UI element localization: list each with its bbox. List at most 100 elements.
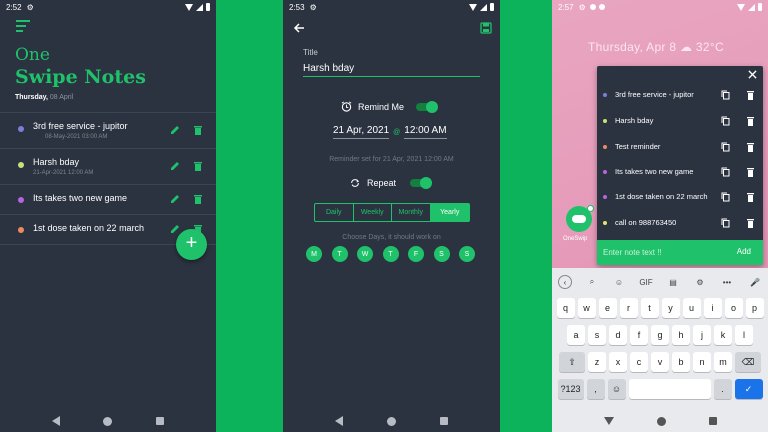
key[interactable]: h (672, 325, 690, 345)
copy-icon[interactable] (721, 90, 730, 100)
key[interactable]: r (619, 298, 638, 318)
trash-icon[interactable] (193, 161, 203, 171)
key[interactable]: v (651, 352, 669, 372)
mic-icon[interactable]: 🎤 (748, 275, 762, 289)
key[interactable]: a (567, 325, 585, 345)
copy-icon[interactable] (721, 142, 730, 152)
more-icon[interactable]: ••• (720, 275, 734, 289)
period-key[interactable]: . (713, 379, 732, 399)
pencil-icon[interactable] (170, 161, 180, 171)
search-icon[interactable]: ⌕ (585, 275, 599, 289)
copy-icon[interactable] (721, 218, 730, 228)
frequency-weekly[interactable]: Weekly (354, 204, 392, 221)
trash-icon[interactable] (746, 218, 755, 228)
list-item[interactable]: 3rd free service - jupitor 08-May-2021 0… (0, 113, 216, 149)
key[interactable]: t (640, 298, 659, 318)
list-item[interactable]: Test reminder (597, 137, 763, 157)
day-chip[interactable]: W (357, 246, 373, 262)
comma-key[interactable]: , (586, 379, 605, 399)
key[interactable]: n (693, 352, 711, 372)
menu-icon[interactable] (16, 20, 30, 35)
key[interactable]: k (714, 325, 732, 345)
list-item[interactable]: Harsh bday 21-Apr-2021 12:00 AM (0, 149, 216, 185)
key[interactable]: c (630, 352, 648, 372)
home-nav-icon[interactable] (387, 416, 396, 426)
trash-icon[interactable] (746, 192, 755, 202)
list-item[interactable]: Its takes two new game (597, 162, 763, 182)
list-item[interactable]: 1st dose taken on 22 march (597, 187, 763, 207)
gear-icon[interactable]: ⚙ (693, 275, 707, 289)
key[interactable]: b (672, 352, 690, 372)
key[interactable]: m (714, 352, 732, 372)
key[interactable]: g (651, 325, 669, 345)
add-button[interactable]: Add (737, 247, 751, 256)
trash-icon[interactable] (746, 167, 755, 177)
trash-icon[interactable] (746, 116, 755, 126)
remind-me-toggle[interactable] (416, 100, 439, 113)
day-chip[interactable]: M (306, 246, 322, 262)
list-item[interactable]: call on 988763450 (597, 213, 763, 233)
key[interactable]: q (556, 298, 575, 318)
day-chip[interactable]: T (382, 246, 399, 262)
emoji-key-icon[interactable]: ☺ (607, 379, 626, 399)
home-nav-icon[interactable] (103, 416, 113, 426)
day-chip[interactable]: S (459, 246, 475, 262)
recents-nav-icon[interactable] (440, 417, 448, 425)
day-chip[interactable]: S (433, 246, 450, 262)
shift-key-icon[interactable]: ⇧ (559, 352, 585, 372)
copy-icon[interactable] (721, 192, 730, 202)
pencil-icon[interactable] (170, 194, 180, 204)
clipboard-icon[interactable]: ▤ (666, 275, 680, 289)
frequency-daily[interactable]: Daily (315, 204, 354, 221)
backspace-key-icon[interactable]: ⌫ (735, 352, 761, 372)
copy-icon[interactable] (721, 116, 730, 126)
space-key[interactable] (628, 379, 711, 399)
key[interactable]: d (609, 325, 627, 345)
close-icon[interactable] (748, 70, 757, 79)
enter-key-icon[interactable]: ✓ (734, 379, 763, 399)
key[interactable]: w (577, 298, 596, 318)
key[interactable]: p (745, 298, 764, 318)
key[interactable]: i (703, 298, 722, 318)
list-item[interactable]: Harsh bday (597, 111, 763, 131)
key[interactable]: s (588, 325, 606, 345)
gif-button[interactable]: GIF (639, 275, 653, 289)
list-item[interactable]: Its takes two new game (0, 185, 216, 215)
back-nav-icon[interactable] (335, 416, 343, 426)
hide-keyboard-icon[interactable] (603, 417, 614, 425)
key[interactable]: l (735, 325, 753, 345)
date-field[interactable]: 21 Apr, 2021 (333, 125, 390, 139)
trash-icon[interactable] (746, 142, 755, 152)
note-text-input[interactable] (603, 244, 723, 260)
trash-icon[interactable] (193, 125, 203, 135)
sticker-icon[interactable]: ☺ (612, 275, 626, 289)
key[interactable]: y (661, 298, 680, 318)
repeat-toggle[interactable] (410, 177, 433, 189)
pencil-icon[interactable] (170, 125, 180, 135)
collapse-toolbar-icon[interactable]: ‹ (558, 275, 572, 289)
list-item[interactable]: 3rd free service - jupitor (597, 85, 763, 105)
day-chip[interactable]: T (331, 246, 348, 262)
trash-icon[interactable] (746, 90, 755, 100)
key[interactable]: f (630, 325, 648, 345)
time-field[interactable]: 12:00 AM (404, 125, 447, 139)
title-input[interactable] (303, 61, 480, 77)
save-icon[interactable] (480, 22, 492, 34)
key[interactable]: u (682, 298, 701, 318)
frequency-monthly[interactable]: Monthly (392, 204, 431, 221)
app-shortcut-icon[interactable] (566, 205, 594, 232)
day-chip[interactable]: F (408, 246, 424, 262)
key[interactable]: x (609, 352, 627, 372)
recents-nav-icon[interactable] (708, 417, 717, 425)
key[interactable]: z (588, 352, 606, 372)
copy-icon[interactable] (721, 167, 730, 177)
pencil-icon[interactable] (170, 224, 180, 234)
back-arrow-icon[interactable] (293, 22, 305, 34)
home-nav-icon[interactable] (656, 416, 666, 426)
key[interactable]: o (724, 298, 743, 318)
trash-icon[interactable] (193, 194, 203, 204)
add-note-button[interactable]: + (176, 229, 207, 260)
key[interactable]: j (693, 325, 711, 345)
symbols-key[interactable]: ?123 (557, 379, 584, 399)
recents-nav-icon[interactable] (156, 417, 165, 425)
